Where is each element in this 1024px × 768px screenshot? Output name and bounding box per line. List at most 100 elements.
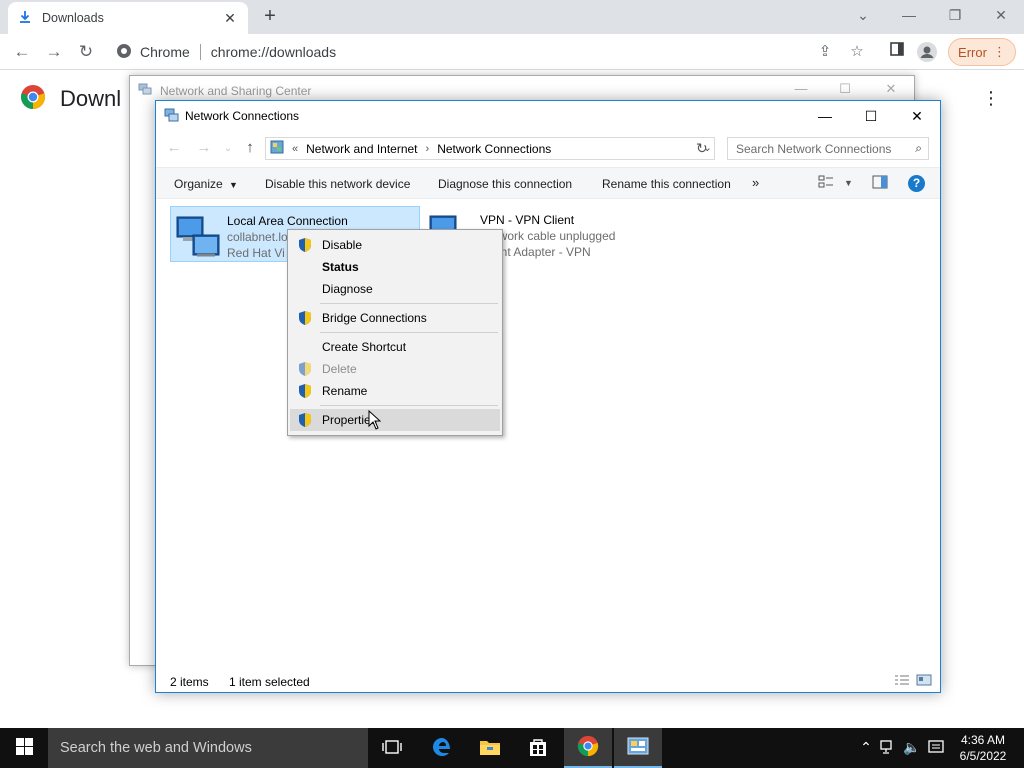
page-title: Downl [60,85,122,111]
selection-count: 1 item selected [229,675,310,689]
reload-icon[interactable]: ↻ [74,40,98,64]
network-connections-icon [164,108,179,126]
chrome-site-icon [116,43,132,62]
tiles-view-icon[interactable] [916,674,932,689]
control-panel-icon [270,140,284,157]
nsc-maximize-icon[interactable]: ☐ [830,81,860,97]
tab-search-icon[interactable]: ⌄ [840,4,886,28]
menu-item-bridge-connections[interactable]: Bridge Connections [290,307,500,329]
minimize-icon[interactable]: — [886,4,932,28]
nsc-close-icon[interactable]: ✕ [876,81,906,97]
nc-back-icon[interactable]: ← [164,139,184,156]
control-panel-taskbar-icon [627,737,649,758]
close-icon[interactable]: ✕ [978,4,1024,28]
nc-maximize-icon[interactable]: ☐ [848,104,894,128]
disable-device-button[interactable]: Disable this network device [265,177,410,191]
menu-item-diagnose[interactable]: Diagnose [290,278,500,300]
uac-shield-icon [298,412,312,431]
refresh-icon[interactable]: ↻ [696,140,708,157]
network-tray-icon[interactable] [878,739,898,757]
menu-item-label: Diagnose [322,282,373,296]
rename-connection-button[interactable]: Rename this connection [602,177,731,191]
nsc-title: Network and Sharing Center [160,83,312,98]
tab-downloads[interactable]: Downloads ✕ [8,2,248,34]
folder-icon [479,738,501,759]
tab-close-icon[interactable]: ✕ [222,10,238,27]
breadcrumb-separator-icon: › [425,142,430,155]
up-arrow-icon[interactable]: ↑ [240,139,260,156]
preview-pane-icon[interactable] [872,175,888,192]
profile-avatar-icon[interactable] [916,42,938,64]
downloads-header: Downl [20,84,121,113]
taskbar: Search the web and Windows ⌃ 🔈 4:36 AM 6… [0,728,1024,768]
start-button[interactable] [0,728,48,768]
network-connections-window[interactable]: Network Connections — ☐ ✕ ← → ⌄ ↑ « Netw… [155,100,941,693]
context-menu: Disable Status Diagnose Bridge Connectio… [287,229,503,436]
search-input[interactable]: Search Network Connections ⌕ [727,137,929,160]
clock[interactable]: 4:36 AM 6/5/2022 [950,732,1016,764]
file-explorer-app-button[interactable] [466,728,514,768]
site-chip[interactable]: Chrome [108,43,201,62]
task-view-button[interactable] [368,728,416,768]
connection-name: Local Area Connection [227,214,348,228]
control-panel-app-button[interactable] [614,728,662,768]
address-bar[interactable]: « Network and Internet › Network Connect… [265,137,715,160]
omnibox[interactable]: Chrome chrome://downloads [108,38,804,66]
more-commands-button[interactable]: » [752,175,759,190]
organize-button[interactable]: Organize ▼ [174,177,238,191]
change-view-icon[interactable] [818,175,834,192]
menu-separator [320,332,498,333]
bookmark-star-icon[interactable]: ☆ [846,42,868,64]
status-bar: 2 items 1 item selected [156,671,940,693]
nsc-minimize-icon[interactable]: — [786,81,816,96]
uac-shield-icon [298,237,312,256]
menu-item-label: Status [322,260,359,274]
error-menu-button[interactable]: Error ⋮ [948,38,1016,66]
chrome-toolbar: ← → ↻ Chrome chrome://downloads ⇪ ☆ Erro… [0,34,1024,70]
taskbar-search-placeholder: Search the web and Windows [60,740,252,756]
help-icon[interactable]: ? [908,175,925,192]
chrome-taskbar-icon [577,735,599,760]
nc-minimize-icon[interactable]: — [802,104,848,128]
nc-titlebar: Network Connections — ☐ ✕ [156,101,940,131]
volume-icon[interactable]: 🔈 [902,739,922,757]
uac-shield-icon [298,383,312,402]
windows-logo-icon [15,738,33,758]
menu-item-rename[interactable]: Rename [290,380,500,402]
menu-item-label: Disable [322,238,363,252]
notifications-icon[interactable] [926,739,946,757]
chrome-logo-icon [20,84,46,113]
edge-app-button[interactable] [418,728,466,768]
show-hidden-icons-icon[interactable]: ⌃ [856,739,876,757]
breadcrumb-network-connections[interactable]: Network Connections [437,142,551,156]
nc-forward-icon[interactable]: → [194,139,214,156]
kebab-icon: ⋮ [992,44,1006,59]
share-icon[interactable]: ⇪ [814,42,836,64]
menu-item-properties[interactable]: Properties [290,409,500,431]
side-panel-icon[interactable] [886,42,908,64]
menu-item-label: Create Shortcut [322,340,407,354]
store-app-button[interactable] [514,728,562,768]
command-bar: Organize ▼ Disable this network device D… [156,167,940,199]
menu-item-delete: Delete [290,358,500,380]
view-dropdown-icon[interactable]: ▼ [844,178,853,188]
forward-arrow-icon[interactable]: → [42,40,66,64]
menu-item-disable[interactable]: Disable [290,234,500,256]
breadcrumb-prefix: « [292,142,299,155]
details-view-icon[interactable] [894,674,910,689]
recent-locations-icon[interactable]: ⌄ [218,143,238,154]
new-tab-button[interactable]: + [258,5,282,29]
diagnose-connection-button[interactable]: Diagnose this connection [438,177,572,191]
clock-date: 6/5/2022 [959,749,1007,763]
item-count: 2 items [170,675,209,689]
menu-item-create-shortcut[interactable]: Create Shortcut [290,336,500,358]
back-arrow-icon[interactable]: ← [10,40,34,64]
menu-item-status[interactable]: Status [290,256,500,278]
nc-title: Network Connections [185,109,300,123]
page-menu-icon[interactable]: ⋮ [982,88,1000,109]
taskbar-search-input[interactable]: Search the web and Windows [48,728,368,768]
chrome-app-button[interactable] [564,728,612,768]
nc-close-icon[interactable]: ✕ [894,104,940,128]
breadcrumb-network-internet[interactable]: Network and Internet [306,142,417,156]
restore-icon[interactable]: ❐ [932,4,978,28]
